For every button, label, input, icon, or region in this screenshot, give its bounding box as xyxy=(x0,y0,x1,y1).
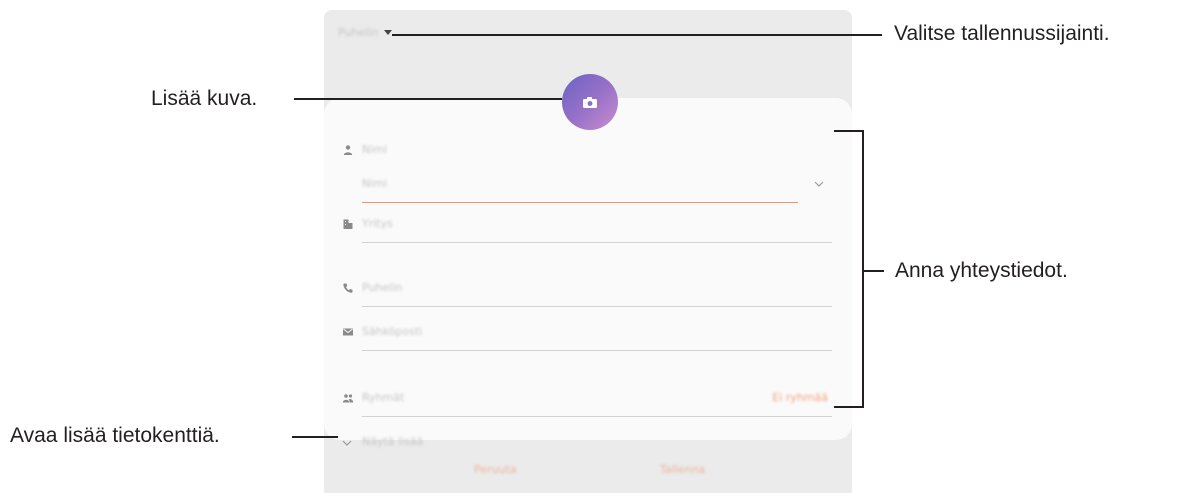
photo-callout: Lisää kuva. xyxy=(151,87,258,110)
storage-leader-line xyxy=(392,34,882,36)
name-input[interactable]: Nimi xyxy=(324,168,852,208)
camera-icon xyxy=(583,96,597,108)
bottom-action-bar: Peruuta Tallenna xyxy=(324,452,852,493)
email-underline xyxy=(362,350,832,351)
storage-callout: Valitse tallennussijainti. xyxy=(894,22,1110,45)
details-bracket-vertical xyxy=(862,130,864,408)
company-icon xyxy=(343,219,353,229)
save-button[interactable]: Tallenna xyxy=(660,463,705,476)
cancel-button[interactable]: Peruuta xyxy=(474,463,517,476)
groups-field[interactable]: Ryhmät Ei ryhmää xyxy=(324,382,852,422)
person-icon xyxy=(343,145,353,155)
phone-icon xyxy=(343,283,353,293)
groups-underline xyxy=(362,416,832,417)
groups-icon xyxy=(342,394,354,403)
storage-location-label: Puhelin xyxy=(338,26,379,39)
company-underline xyxy=(362,242,832,243)
more-fields-callout: Avaa lisää tietokenttiä. xyxy=(10,424,220,447)
details-callout: Anna yhteystiedot. xyxy=(895,259,1068,282)
details-bracket-top xyxy=(834,130,864,132)
name-section-label: Nimi xyxy=(362,143,388,156)
name-input-underline xyxy=(362,202,798,203)
details-leader-line xyxy=(864,270,884,272)
phone-underline xyxy=(362,306,832,307)
chevron-down-icon xyxy=(342,440,352,446)
details-bracket-bottom xyxy=(834,406,864,408)
email-icon xyxy=(343,328,353,336)
contact-form-card: Nimi Nimi Yritys Puhelin Sähköposti Ryhm… xyxy=(324,98,852,448)
more-fields-label: Näytä lisää xyxy=(362,435,424,448)
company-placeholder: Yritys xyxy=(362,217,393,230)
storage-location-selector[interactable]: Puhelin xyxy=(338,26,393,39)
more-fields-leader-line xyxy=(292,436,338,438)
groups-action[interactable]: Ei ryhmää xyxy=(772,391,828,404)
phone-field[interactable]: Puhelin xyxy=(324,272,852,312)
chevron-down-icon[interactable] xyxy=(814,180,824,188)
add-photo-button[interactable] xyxy=(562,74,618,130)
company-field[interactable]: Yritys xyxy=(324,208,852,248)
contact-editor-screen: Puhelin Nimi Nimi Yritys Puhelin Sähköpo… xyxy=(324,10,852,493)
email-placeholder: Sähköposti xyxy=(362,325,423,338)
photo-leader-line xyxy=(294,98,562,100)
groups-placeholder: Ryhmät xyxy=(362,391,405,404)
name-input-placeholder: Nimi xyxy=(362,177,388,190)
email-field[interactable]: Sähköposti xyxy=(324,316,852,356)
phone-placeholder: Puhelin xyxy=(362,281,403,294)
